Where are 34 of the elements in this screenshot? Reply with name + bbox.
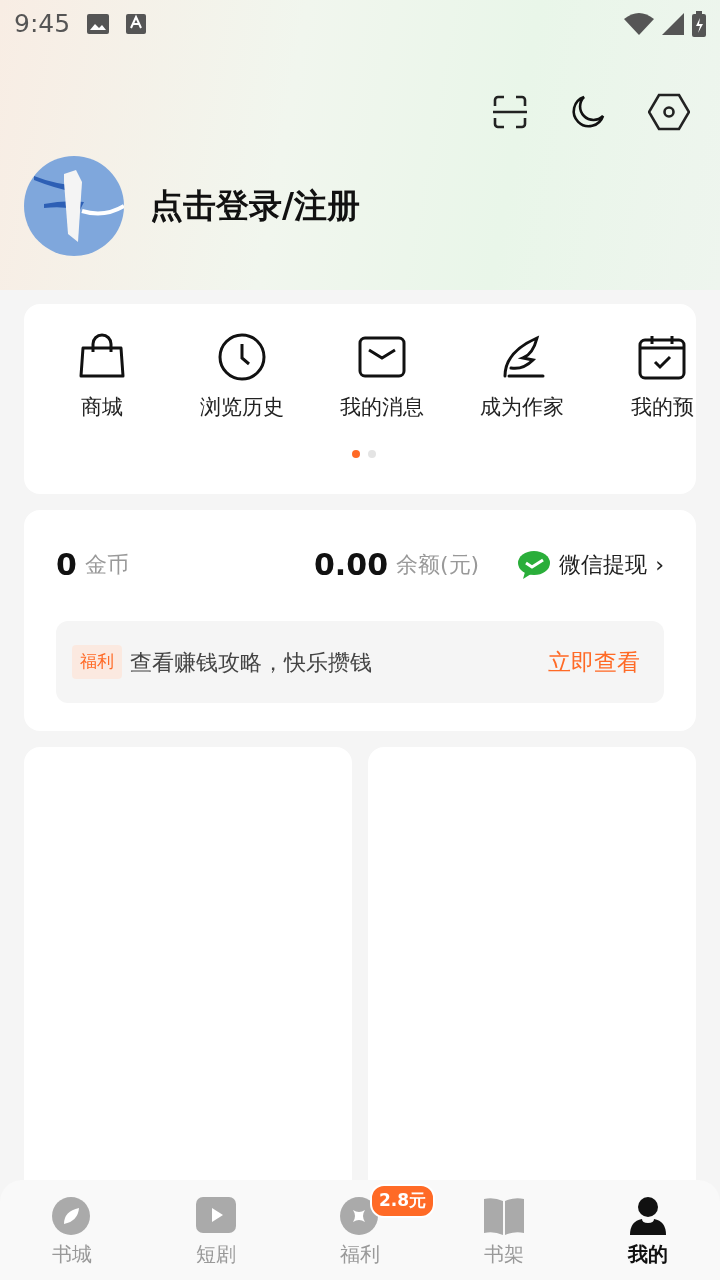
coin-icon [340,1197,380,1235]
balance-amount: 0.00 [314,546,388,584]
coin-label: 金币 [84,551,129,579]
font-notification-icon [126,13,147,35]
shortcut-item[interactable]: 我的消息 [312,332,452,424]
promo-text: 查看赚钱攻略，快乐攒钱 [130,648,372,677]
settings-icon[interactable] [648,93,690,131]
play-icon [196,1197,236,1235]
status-time: 9:45 [14,8,71,41]
reward-badge: 2.8元 [370,1184,436,1218]
shortcut-item[interactable]: 我的预 [592,332,696,424]
chat-bubble-icon [517,549,552,580]
balance-label: 余额(元) [396,551,480,579]
moon-icon[interactable] [570,94,606,130]
shortcut-item[interactable]: 成为作家 [452,332,592,424]
clock-icon [217,332,267,382]
tag-label: 福利 [72,645,122,679]
page-dot[interactable] [368,449,376,458]
coin-count: 0 [56,546,77,584]
wifi-icon [624,13,654,35]
book-icon [484,1197,524,1235]
page-dot[interactable] [352,449,360,458]
nav-tab[interactable]: 我的 [576,1180,720,1280]
image-notification-icon [86,13,111,35]
signal-icon [662,13,684,35]
scan-icon[interactable] [492,94,528,130]
withdraw-link[interactable]: 微信提现 › [517,548,664,581]
person-icon [628,1197,668,1235]
login-link[interactable]: 点击登录/注册 [150,181,361,231]
shortcut-item[interactable]: 浏览历史 [172,332,312,424]
avatar-icon[interactable] [24,156,124,256]
compass-icon [52,1197,92,1235]
battery-icon [692,11,706,37]
shortcut-item[interactable]: 商城 [32,332,172,424]
